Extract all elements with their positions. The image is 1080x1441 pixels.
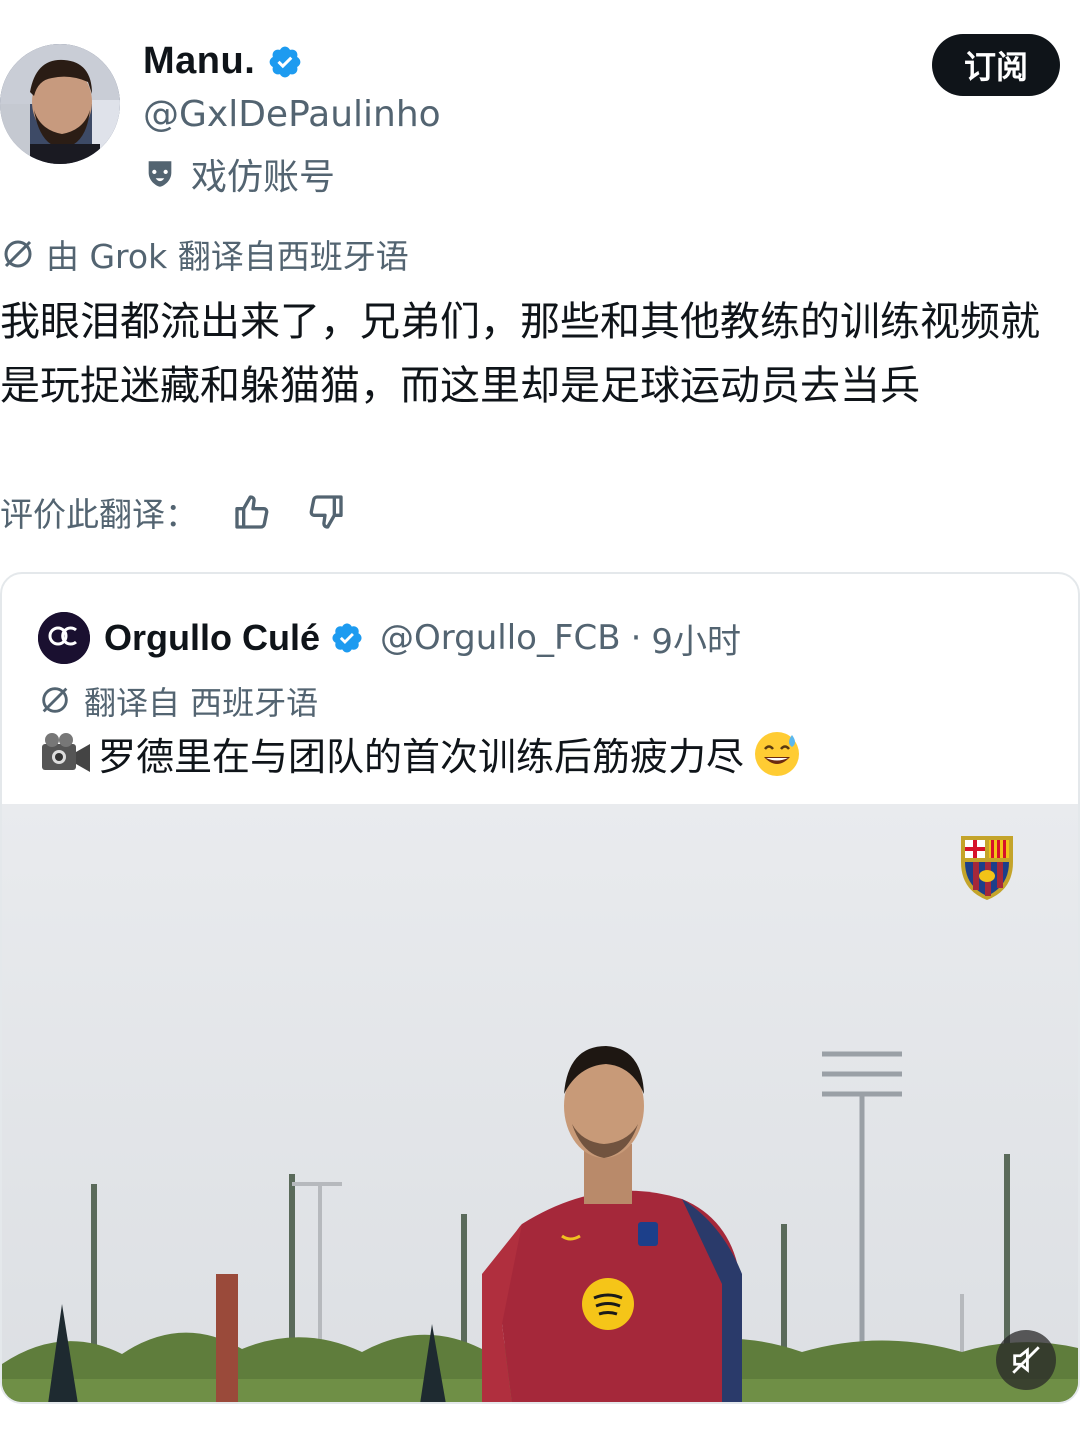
quoted-header: Orgullo Culé @Orgullo_FCB · 9小时	[38, 612, 741, 664]
video-player[interactable]	[2, 804, 1078, 1402]
parody-label: 戏仿账号	[191, 157, 336, 198]
author-handle[interactable]: @GxlDePaulinho	[143, 94, 441, 135]
fcb-crest-icon	[957, 832, 1017, 902]
grok-translation-row: 由 Grok 翻译自西班牙语	[0, 230, 409, 278]
parody-account-row: 戏仿账号	[143, 148, 335, 200]
translate-icon	[0, 236, 36, 272]
verified-badge-icon	[267, 44, 303, 80]
quoted-timestamp[interactable]: 9小时	[651, 614, 741, 663]
grok-translation-label[interactable]: 由 Grok 翻译自西班牙语	[46, 230, 409, 278]
quoted-text: 罗德里在与团队的首次训练后筋疲力尽	[98, 735, 745, 779]
quoted-translation-row: 翻译自 西班牙语	[38, 678, 318, 724]
quoted-handle[interactable]: @Orgullo_FCB	[380, 618, 621, 658]
tweet-text: 我眼泪都流出来了，兄弟们，那些和其他教练的训练视频就是玩捉迷藏和躲猫猫，而这里却…	[0, 299, 1040, 409]
translate-icon	[38, 683, 74, 719]
quoted-translation-label[interactable]: 翻译自 西班牙语	[84, 678, 318, 724]
sweat-smile-emoji-icon	[752, 729, 802, 779]
author-avatar[interactable]	[0, 44, 120, 164]
quoted-display-name[interactable]: Orgullo Culé	[104, 617, 320, 659]
quoted-separator: ·	[630, 618, 642, 658]
author-display-name[interactable]: Manu.	[143, 40, 255, 83]
subscribe-button[interactable]: 订阅	[932, 34, 1060, 96]
rate-translation-label: 评价此翻译：	[0, 495, 198, 534]
mute-button[interactable]	[996, 1330, 1056, 1390]
quoted-text-row: 罗德里在与团队的首次训练后筋疲力尽	[38, 726, 802, 781]
quoted-tweet-card[interactable]: Orgullo Culé @Orgullo_FCB · 9小时 翻译自 西班牙语…	[0, 572, 1080, 1404]
thumbs-down-icon[interactable]	[306, 492, 346, 532]
thumbs-up-icon[interactable]	[232, 492, 272, 532]
author-name-row: Manu.	[143, 40, 303, 83]
rate-translation-row: 评价此翻译：	[0, 488, 346, 536]
muted-speaker-icon	[1012, 1346, 1040, 1374]
parody-mask-icon	[143, 157, 177, 191]
verified-badge-icon	[330, 621, 364, 655]
video-camera-icon	[38, 730, 94, 778]
quoted-avatar[interactable]	[38, 612, 90, 664]
